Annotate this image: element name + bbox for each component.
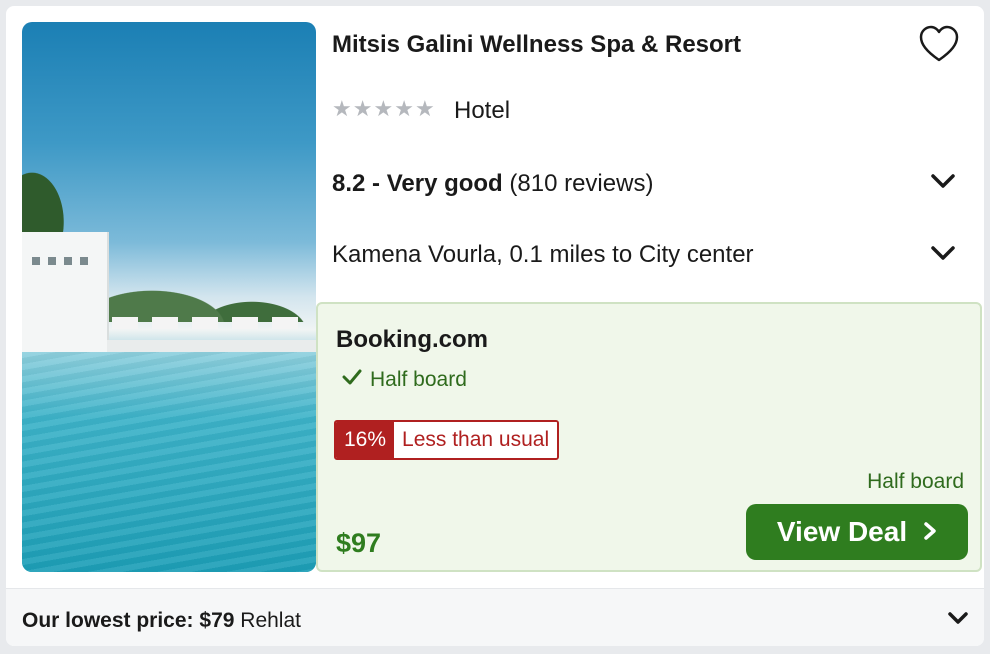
discount-label: Less than usual (394, 422, 558, 458)
deal-provider: Booking.com (336, 326, 489, 353)
star-rating: ★ ★ ★ ★ ★ (332, 98, 435, 120)
review-count: (810 reviews) (509, 170, 654, 197)
lowest-price-label: Our lowest price: (22, 609, 194, 632)
hotel-location[interactable]: Kamena Vourla, 0.1 miles to City center (332, 241, 754, 269)
chevron-down-icon[interactable] (928, 166, 958, 196)
star-icon: ★ (332, 96, 352, 121)
chevron-down-icon[interactable] (928, 238, 958, 268)
star-icon: ★ (373, 96, 394, 121)
photo-pool (22, 352, 316, 572)
discount-badge: 16% Less than usual (334, 420, 560, 460)
star-icon: ★ (414, 96, 435, 121)
star-icon: ★ (352, 96, 373, 121)
photo-building (22, 232, 109, 352)
chevron-right-icon (923, 516, 937, 548)
photo-deck (107, 340, 316, 352)
meal-plan-label: Half board (370, 368, 467, 391)
chevron-down-icon[interactable] (943, 603, 973, 633)
hotel-type: Hotel (454, 97, 511, 124)
lowest-price: Our lowest price: $79 Rehlat (22, 609, 301, 633)
check-icon (342, 368, 362, 392)
meal-plan: Half board (342, 368, 467, 392)
hotel-photo[interactable] (22, 22, 316, 572)
view-deal-button[interactable]: View Deal (746, 504, 968, 560)
deal-price: $97 (336, 528, 382, 558)
lowest-price-value: $79 (199, 609, 235, 632)
hotel-result-card[interactable]: Mitsis Galini Wellness Spa & Resort ★ ★ … (6, 6, 984, 646)
hotel-name[interactable]: Mitsis Galini Wellness Spa & Resort (332, 31, 741, 59)
review-rating[interactable]: 8.2 - Very good (810 reviews) (332, 170, 653, 198)
deal-panel[interactable]: Booking.com Half board 16% Less than usu… (316, 302, 982, 572)
lowest-price-provider: Rehlat (240, 609, 301, 632)
star-icon: ★ (394, 96, 414, 121)
lowest-price-bar[interactable]: Our lowest price: $79 Rehlat (6, 588, 984, 646)
view-deal-label: View Deal (776, 516, 908, 547)
meal-plan-summary: Half board (867, 470, 964, 493)
discount-percent: 16% (336, 422, 395, 458)
rating-score: 8.2 - Very good (332, 170, 503, 197)
heart-outline-icon[interactable] (918, 24, 960, 66)
